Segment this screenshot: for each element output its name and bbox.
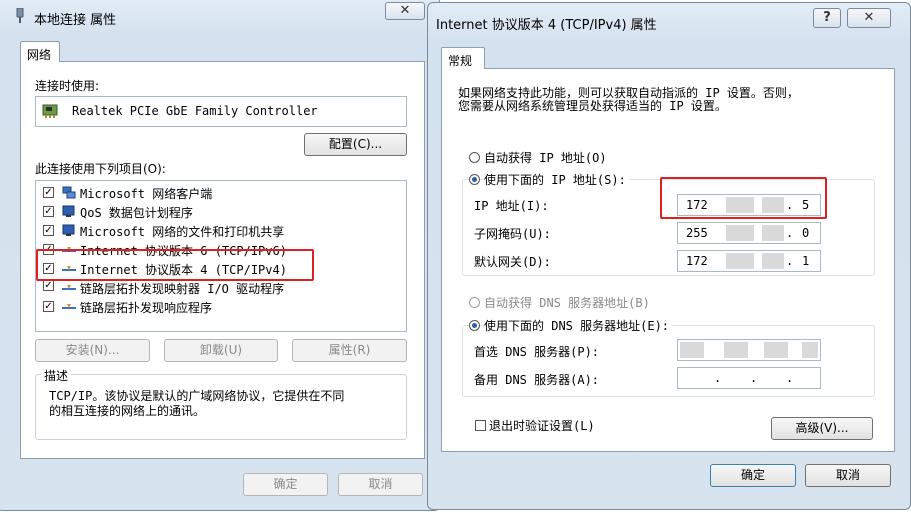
default-gateway-field[interactable]: 172 . 1: [677, 250, 821, 272]
redacted-octet: [764, 342, 788, 358]
window-title: Internet 协议版本 4 (TCP/IPv4) 属性: [436, 18, 657, 33]
manual-dns-label[interactable]: 使用下面的 DNS 服务器地址(E):: [484, 317, 673, 334]
properties-button[interactable]: 属性(R): [292, 339, 407, 362]
subnet-mask-field[interactable]: 255 . 0: [677, 222, 821, 244]
item-checkbox[interactable]: ✓: [43, 301, 54, 312]
list-item[interactable]: ✓ Microsoft 网络客户端: [40, 184, 400, 202]
manual-dns-radio[interactable]: [469, 320, 480, 331]
item-checkbox[interactable]: ✓: [43, 225, 54, 236]
subnet-first-octet: 255: [686, 226, 708, 240]
validate-label[interactable]: 退出时验证设置(L): [489, 417, 595, 434]
ip-address-label: IP 地址(I):: [474, 199, 549, 213]
default-gateway-label: 默认网关(D):: [474, 255, 551, 269]
item-label: Microsoft 网络的文件和打印机共享: [80, 225, 285, 239]
redacted-octet: [762, 253, 784, 269]
install-button[interactable]: 安装(N)...: [35, 339, 150, 362]
item-label: 链路层拓扑发现映射器 I/O 驱动程序: [80, 282, 285, 296]
alternate-dns-field[interactable]: . . .: [677, 367, 821, 389]
uninstall-button[interactable]: 卸载(U): [164, 339, 278, 362]
ok-button[interactable]: 确定: [710, 464, 796, 487]
subnet-dot: .: [786, 226, 794, 240]
gateway-first-octet: 172: [686, 254, 708, 268]
window-app-icon: [16, 7, 24, 24]
item-label: QoS 数据包计划程序: [80, 206, 193, 220]
protocol-icon: [62, 282, 76, 293]
dns-dot: .: [750, 371, 758, 385]
list-item[interactable]: ✓ 链路层拓扑发现映射器 I/O 驱动程序: [40, 280, 400, 298]
ok-button[interactable]: 确定: [243, 473, 328, 496]
redacted-octet: [802, 342, 818, 358]
adapter-name: Realtek PCIe GbE Family Controller: [72, 104, 318, 118]
advanced-button[interactable]: 高级(V)...: [771, 417, 873, 440]
cancel-button[interactable]: 取消: [338, 473, 423, 496]
configure-button[interactable]: 配置(C)...: [304, 133, 407, 156]
cancel-button[interactable]: 取消: [805, 464, 891, 487]
highlight-ip-address: [660, 177, 827, 219]
qos-icon: [62, 205, 75, 217]
highlight-ipv4-item: [36, 249, 314, 281]
redacted-octet: [726, 253, 754, 269]
subnet-mask-label: 子网掩码(U):: [474, 227, 551, 241]
items-label: 此连接使用下列项目(O):: [35, 162, 166, 176]
manual-ip-radio[interactable]: [469, 174, 480, 185]
subnet-last-octet: 0: [802, 226, 810, 240]
preferred-dns-label: 首选 DNS 服务器(P):: [474, 345, 600, 359]
dns-dot: .: [714, 371, 722, 385]
network-client-icon: [62, 186, 76, 199]
list-item[interactable]: ✓ Microsoft 网络的文件和打印机共享: [40, 222, 400, 240]
item-checkbox[interactable]: ✓: [43, 187, 54, 198]
network-adapter-icon: [42, 103, 60, 122]
description-label: 描述: [41, 367, 72, 384]
description-text-line-2: 的相互连接的网络上的通讯。: [49, 404, 206, 418]
item-checkbox[interactable]: ✓: [43, 280, 54, 291]
gateway-last-octet: 1: [802, 254, 810, 268]
validate-checkbox[interactable]: [475, 420, 486, 431]
preferred-dns-field[interactable]: [677, 339, 821, 361]
auto-dns-label[interactable]: 自动获得 DNS 服务器地址(B): [484, 294, 650, 311]
list-item[interactable]: ✓ 链路层拓扑发现响应程序: [40, 298, 400, 316]
window-title: 本地连接 属性: [34, 13, 117, 28]
manual-ip-label[interactable]: 使用下面的 IP 地址(S):: [484, 171, 629, 188]
auto-ip-label[interactable]: 自动获得 IP 地址(O): [484, 149, 607, 166]
connect-using-label: 连接时使用:: [35, 79, 100, 93]
redacted-octet: [726, 225, 754, 241]
help-button[interactable]: ?: [813, 8, 841, 28]
item-label: 链路层拓扑发现响应程序: [80, 301, 213, 315]
redacted-octet: [762, 225, 784, 241]
item-checkbox[interactable]: ✓: [43, 206, 54, 217]
close-icon: ✕: [399, 3, 411, 18]
dns-dot: .: [786, 371, 794, 385]
close-icon: ✕: [863, 10, 875, 25]
close-button[interactable]: ✕: [847, 8, 891, 28]
help-icon: ?: [823, 10, 831, 25]
redacted-octet: [724, 342, 748, 358]
redacted-octet: [680, 342, 704, 358]
list-item[interactable]: ✓ QoS 数据包计划程序: [40, 203, 400, 221]
close-button[interactable]: ✕: [385, 2, 425, 20]
tab-network[interactable]: 网络: [20, 41, 60, 62]
gateway-dot: .: [786, 254, 794, 268]
protocol-icon: [62, 301, 76, 312]
intro-text-line-2: 您需要从网络系统管理员处获得适当的 IP 设置。: [458, 99, 727, 113]
alternate-dns-label: 备用 DNS 服务器(A):: [474, 373, 600, 387]
tab-general[interactable]: 常规: [441, 47, 485, 69]
file-printer-share-icon: [62, 224, 75, 236]
item-label: Microsoft 网络客户端: [80, 187, 213, 201]
adapter-box: Realtek PCIe GbE Family Controller: [35, 96, 407, 127]
auto-dns-radio[interactable]: [469, 297, 480, 308]
auto-ip-radio[interactable]: [469, 152, 480, 163]
